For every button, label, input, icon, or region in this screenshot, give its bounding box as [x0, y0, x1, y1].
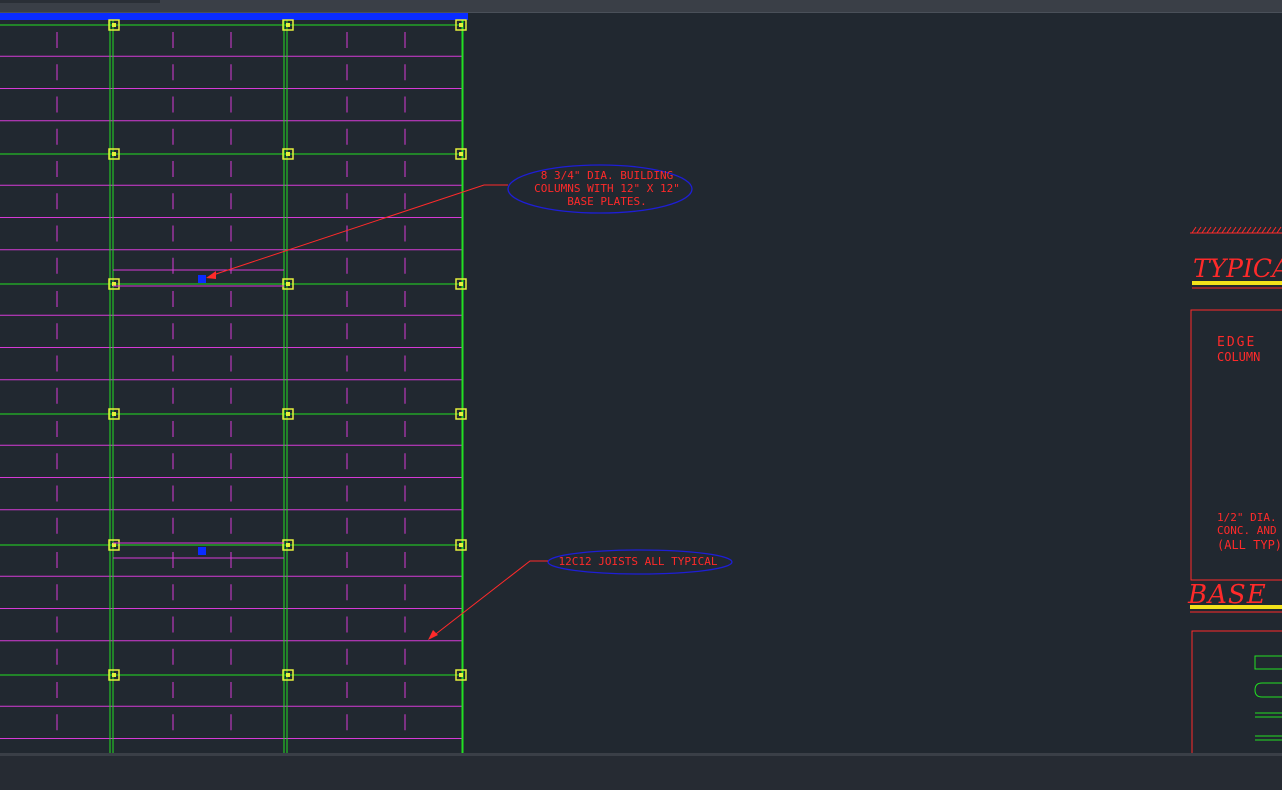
status-bar	[0, 753, 1282, 790]
hatch-mark	[1196, 226, 1202, 234]
column-marker-center	[112, 23, 116, 27]
hatch-mark	[1226, 226, 1232, 234]
ground-hatch	[1191, 226, 1282, 234]
rebar-shape-2	[1254, 682, 1282, 698]
hatch-mark	[1251, 226, 1257, 234]
callout-columns-line3: BASE PLATES.	[567, 195, 646, 208]
hatch-mark	[1206, 226, 1212, 234]
callout-columns-line1: 8 3/4" DIA. BUILDING	[541, 169, 673, 182]
callout-joists-text: 12C12 JOISTS ALL TYPICAL	[559, 555, 718, 568]
column-marker-center	[286, 543, 290, 547]
column-marker-center	[459, 673, 463, 677]
hatch-mark	[1266, 226, 1272, 234]
column-marker-center	[112, 282, 116, 286]
column-marker-center	[286, 673, 290, 677]
detail-note-1: 1/2" DIA. x	[1217, 511, 1282, 524]
rebar-shape-1	[1254, 655, 1282, 670]
tab-strip[interactable]	[0, 0, 160, 3]
drawing-canvas[interactable]: 8 3/4" DIA. BUILDING COLUMNS WITH 12" X …	[0, 13, 1282, 753]
callout-joists[interactable]: 12C12 JOISTS ALL TYPICAL	[428, 549, 733, 640]
hatch-mark	[1236, 226, 1242, 234]
callout-columns-line2: COLUMNS WITH 12" X 12"	[534, 182, 680, 195]
detail-box-2[interactable]	[1191, 630, 1282, 753]
callout-columns[interactable]: 8 3/4" DIA. BUILDING COLUMNS WITH 12" X …	[206, 164, 693, 279]
detail-note-2: CONC. AND	[1217, 524, 1277, 537]
column-grip-marker[interactable]	[198, 275, 206, 283]
cad-application: 8 3/4" DIA. BUILDING COLUMNS WITH 12" X …	[0, 0, 1282, 790]
detail-panel[interactable]: TYPICA EDGE COLUMN 1/2" DIA. x CONC. AND…	[1187, 226, 1282, 753]
column-marker-center	[459, 23, 463, 27]
column-marker-center	[112, 412, 116, 416]
selection-highlight-bar[interactable]	[0, 13, 468, 20]
hatch-mark	[1246, 226, 1252, 234]
detail-note-3: (ALL TYP)	[1217, 538, 1282, 552]
column-marker-center	[112, 543, 116, 547]
detail-label-edge: EDGE	[1217, 335, 1256, 350]
hatch-mark	[1191, 226, 1197, 234]
hatch-mark	[1276, 226, 1282, 234]
hatch-mark	[1261, 226, 1267, 234]
hatch-mark	[1221, 226, 1227, 234]
column-marker-center	[459, 152, 463, 156]
column-marker-center	[112, 152, 116, 156]
hatch-mark	[1216, 226, 1222, 234]
column-marker-center	[459, 543, 463, 547]
column-marker-center	[112, 673, 116, 677]
hatch-mark	[1201, 226, 1207, 234]
joist-ticks	[56, 32, 406, 731]
hatch-mark	[1256, 226, 1262, 234]
column-marker-center	[459, 282, 463, 286]
column-marker-center	[286, 152, 290, 156]
section-marker[interactable]	[198, 547, 206, 555]
top-toolbar-strip	[0, 0, 1282, 13]
base-underline-yellow	[1190, 605, 1282, 609]
column-marker-center	[286, 282, 290, 286]
hatch-mark	[1211, 226, 1217, 234]
hatch-mark	[1241, 226, 1247, 234]
hatch-mark	[1231, 226, 1237, 234]
column-marker-center	[459, 412, 463, 416]
detail-label-column: COLUMN	[1217, 350, 1260, 364]
hatch-mark	[1271, 226, 1277, 234]
column-marker-center	[286, 412, 290, 416]
title-underline-yellow	[1192, 281, 1282, 285]
column-marker-center	[286, 23, 290, 27]
detail-title-top: TYPICA	[1193, 254, 1282, 283]
